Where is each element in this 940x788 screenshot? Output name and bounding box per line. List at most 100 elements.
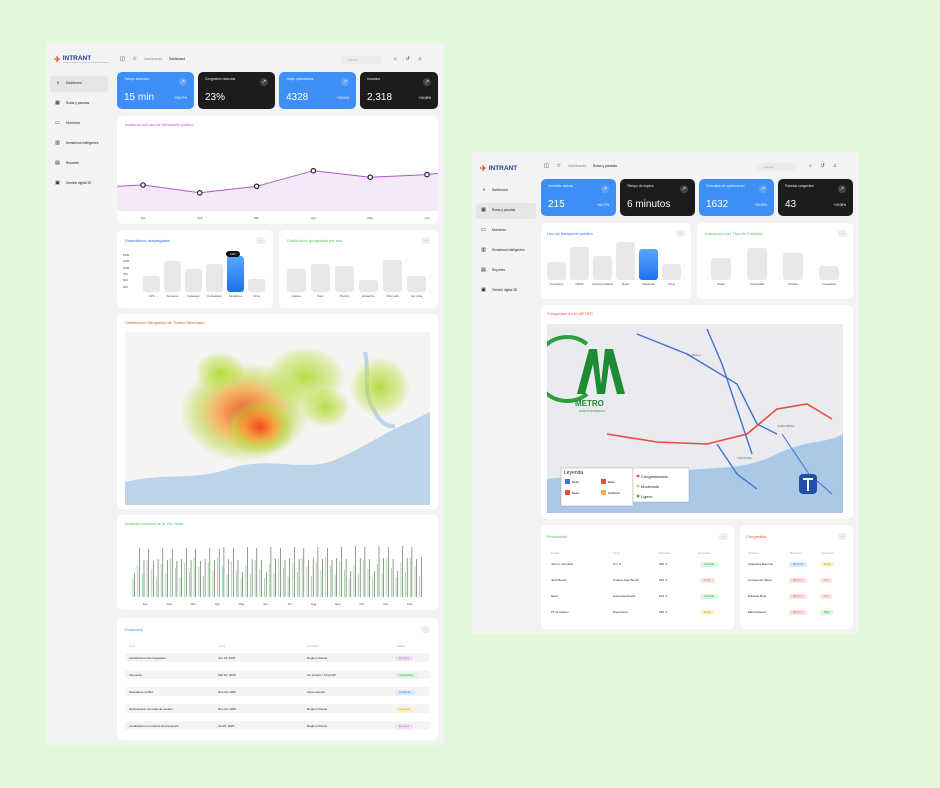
sidebar-item-gemelo[interactable]: ▣ Gemelo digital 3D xyxy=(50,176,108,192)
kpi-card-0[interactable]: Unidades activas ↗ 215 +36.07% xyxy=(541,179,616,216)
chart-bar[interactable] xyxy=(747,248,767,280)
chart-bar[interactable] xyxy=(164,261,181,292)
chart-bar[interactable] xyxy=(287,269,306,292)
sidebar-item-dashboard[interactable]: ◑ Dashboard xyxy=(476,183,536,199)
status-badge: Correcta xyxy=(700,594,718,599)
chart-bar[interactable] xyxy=(335,266,354,292)
kpi-card-2[interactable]: Consultas de optimizacion ↗ 1632 +35.03% xyxy=(699,179,774,216)
table-row[interactable]: 27 de febrero Hipodromo 295 m Medio xyxy=(545,607,730,616)
data-point[interactable] xyxy=(140,182,146,188)
kpi-card-1[interactable]: Congestion reducida ↗ 23% xyxy=(198,72,275,109)
table-row[interactable]: Eduardo Brito Metro L1 Alto xyxy=(744,591,849,600)
sidebar-item-monitoreo[interactable]: ▭ Monitoreo xyxy=(50,116,108,132)
table-row[interactable]: Casandra Damiron Metro L1 Medio xyxy=(744,559,849,568)
bell-icon[interactable]: ♫ xyxy=(833,163,837,169)
chart-bar[interactable] xyxy=(206,264,223,292)
breadcrumb-root[interactable]: Dashboards xyxy=(144,57,162,61)
table-row[interactable]: Naco Autopista Duarte 212 m Correcta xyxy=(545,591,730,600)
data-point[interactable] xyxy=(197,190,203,196)
star-icon[interactable]: ☆ xyxy=(132,56,137,62)
data-point[interactable] xyxy=(367,174,374,181)
sidebar-item-monitoreo[interactable]: ▭ Monitoreo xyxy=(476,223,536,239)
data-point[interactable] xyxy=(424,171,430,178)
svg-text:Metro: Metro xyxy=(572,480,580,484)
svg-text:Metro: Metro xyxy=(572,491,580,495)
more-menu-icon[interactable]: … xyxy=(256,237,265,244)
table-row[interactable]: Optimizacion de rutas de usuario Dec 20, … xyxy=(125,704,430,713)
sidebar-item-semaforos[interactable]: ▥ Semaforos inteligentes xyxy=(476,243,536,259)
line-badge: Metro L1 xyxy=(789,610,808,615)
sidebar-item-rutas[interactable]: ▦ Rutas y paradas xyxy=(476,203,536,219)
col-header-date: Fecha xyxy=(218,645,226,648)
more-menu-icon[interactable]: … xyxy=(719,533,728,540)
chart-bar[interactable] xyxy=(227,256,244,292)
status-badge: Alto xyxy=(820,594,833,599)
chart-bar[interactable] xyxy=(248,279,265,292)
more-menu-icon[interactable]: … xyxy=(421,626,430,633)
data-point[interactable] xyxy=(253,183,260,190)
sidebar-item-semaforos[interactable]: ▥ Semáforos inteligentes xyxy=(50,136,108,152)
chart-bar[interactable] xyxy=(359,279,378,292)
table-row[interactable]: John F. Kennedy Km. 9 450 m Correcta xyxy=(545,559,730,568)
chart-bar[interactable] xyxy=(593,256,612,280)
star-icon[interactable]: ☆ xyxy=(556,163,561,169)
chart-bar[interactable] xyxy=(383,260,402,292)
sun-icon[interactable]: ☼ xyxy=(393,56,398,62)
x-tick-label: Apr xyxy=(311,216,316,220)
sidebar-item-rutas[interactable]: ▦ Rutas y paradas xyxy=(50,96,108,112)
history-icon[interactable]: ↺ xyxy=(821,163,825,169)
cell-parada: Naco xyxy=(551,594,559,598)
chart-bar[interactable] xyxy=(311,264,330,292)
table-row[interactable]: Via verde Mar 10, 2025 Av. Lincoln / Churc… xyxy=(125,670,430,679)
chart-bar[interactable] xyxy=(819,266,839,280)
status-badge: En curso xyxy=(395,724,414,729)
table-row[interactable]: Semaforos iot Bot Nov 10, 2025 Zona orient… xyxy=(125,687,430,696)
proximidad-card: Proximidad … Parada Sector Distancia Con… xyxy=(541,525,734,629)
chart-bar[interactable] xyxy=(783,252,803,280)
sidebar-toggle-icon[interactable]: ◫ xyxy=(544,163,549,169)
chart-bar[interactable] xyxy=(547,261,566,280)
table-row[interactable]: Maria Montez Metro L1 Bajo xyxy=(744,607,849,616)
data-point[interactable] xyxy=(310,167,317,174)
sidebar-item-dashboard[interactable]: ◑ Dashboard xyxy=(50,76,108,92)
chart-bar[interactable] xyxy=(711,257,731,280)
search-input[interactable]: ⌕ Search xyxy=(340,56,382,64)
y-tick-label: 1250 xyxy=(123,259,130,264)
svg-text:Ligero: Ligero xyxy=(641,494,653,499)
sidebar-item-reportes[interactable]: ▤ Reportes xyxy=(50,156,108,172)
kpi-card-0[interactable]: Tiempo ahorrado ↗ 15 min +36.07% xyxy=(117,72,194,109)
kpi-card-3[interactable]: Usuarios ↗ 2,318 +16.08% xyxy=(360,72,438,109)
more-menu-icon[interactable]: … xyxy=(421,237,430,244)
sun-icon[interactable]: ☼ xyxy=(808,163,813,169)
sidebar-toggle-icon[interactable]: ◫ xyxy=(120,56,125,62)
history-icon[interactable]: ↺ xyxy=(406,56,410,62)
heatmap-map[interactable] xyxy=(125,332,430,505)
table-row[interactable]: Concepcion Bona Metro L1 Alto xyxy=(744,575,849,584)
table-row[interactable]: Localizacion en mantos de transporte Jul … xyxy=(125,721,430,730)
breadcrumb-root[interactable]: Dashboards xyxy=(568,164,586,168)
table-row[interactable]: Juan Bosch Ciudad Juan Bosch 540 m Lento xyxy=(545,575,730,584)
sidebar-item-reportes[interactable]: ▤ Reportes xyxy=(476,263,536,279)
chart-bar[interactable] xyxy=(616,242,635,280)
search-input[interactable]: ⌕ Search xyxy=(756,163,797,171)
table-row[interactable]: Visualización de congestión Jun 24, 2025 R… xyxy=(125,653,430,662)
chart-bar[interactable] xyxy=(639,249,658,280)
metro-map[interactable]: METRO SANTO DOMINGO LA MELLA ALMA ROSA C… xyxy=(547,324,843,513)
x-tick-label: Otros xyxy=(253,294,260,298)
sidebar-item-gemelo[interactable]: ▣ Gemelo digital 3D xyxy=(476,283,536,299)
chart-bar[interactable] xyxy=(185,269,202,292)
chart-bar[interactable] xyxy=(143,275,160,292)
chart-bar[interactable] xyxy=(407,275,426,292)
status-badge: Correcta xyxy=(700,562,718,567)
bell-icon[interactable]: ♫ xyxy=(418,56,422,62)
y-tick-label: 1500 xyxy=(123,253,130,257)
topbar: ◫ ☆ Dashboards Dashboard xyxy=(120,56,185,62)
chart-bar[interactable] xyxy=(662,264,681,280)
kpi-card-1[interactable]: Tiempo de espera ↗ 6 minutos xyxy=(620,179,695,216)
more-menu-icon[interactable]: … xyxy=(838,230,847,237)
more-menu-icon[interactable]: … xyxy=(676,230,685,237)
more-menu-icon[interactable]: … xyxy=(838,533,847,540)
kpi-card-2[interactable]: Viajes optimizados ↗ 4328 +15.03% xyxy=(279,72,356,109)
chart-bar[interactable] xyxy=(570,247,589,280)
kpi-card-3[interactable]: Paradas congestion ↗ 43 +15.06% xyxy=(778,179,853,216)
